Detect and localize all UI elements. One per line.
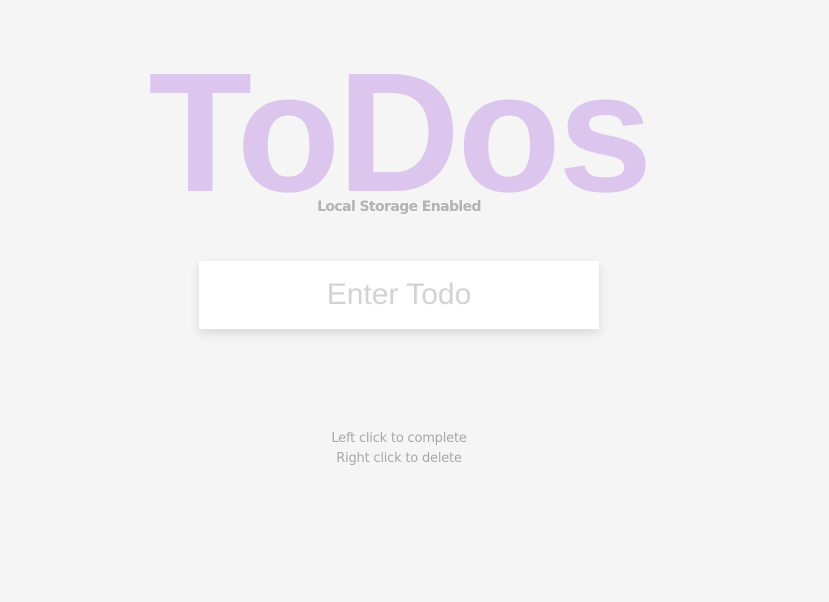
hint-complete: Left click to complete xyxy=(331,431,467,446)
hint-delete: Right click to delete xyxy=(336,451,462,466)
storage-status-subtitle: Local Storage Enabled xyxy=(317,199,481,215)
page-title: ToDos xyxy=(148,38,652,228)
usage-hints: Left click to complete Right click to de… xyxy=(0,429,798,469)
todo-app: ToDos Local Storage Enabled Left click t… xyxy=(0,0,829,602)
todo-input[interactable] xyxy=(199,261,599,329)
